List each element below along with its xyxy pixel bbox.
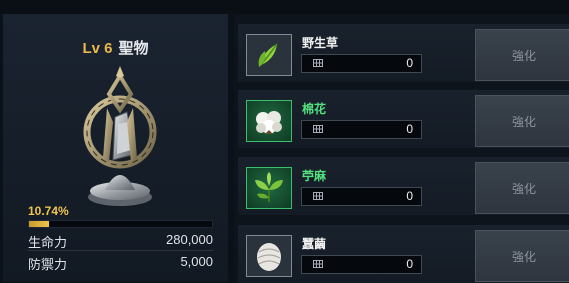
material-count-value: 0 [406, 257, 413, 271]
material-row: 棉花 0 強化 [238, 90, 569, 148]
stat-row: 防禦力 5,000 [28, 254, 213, 272]
item-slot[interactable] [246, 34, 292, 76]
material-name: 野生草 [302, 36, 339, 50]
item-slot[interactable] [246, 235, 292, 277]
material-count: 0 [301, 187, 422, 206]
top-strip [0, 0, 569, 14]
material-count: 0 [301, 255, 422, 274]
inventory-icon [313, 59, 323, 67]
progress-fill [29, 221, 49, 227]
material-count: 0 [301, 120, 422, 139]
upgrade-button[interactable]: 強化 [475, 230, 569, 282]
progress-bar [28, 220, 213, 228]
progress-percent: 10.74% [28, 204, 69, 218]
stat-value: 5,000 [180, 254, 213, 269]
cocoon-icon [257, 243, 281, 271]
material-row: 蠶繭 0 強化 [238, 225, 569, 283]
upgrade-button[interactable]: 強化 [475, 29, 569, 81]
inventory-icon [313, 192, 323, 200]
relic-level: Lv 6 [82, 40, 113, 57]
cotton-icon [256, 111, 282, 134]
wild-grass-icon [258, 43, 278, 67]
material-count: 0 [301, 54, 422, 73]
stat-divider [28, 250, 213, 251]
material-count-value: 0 [406, 56, 413, 70]
stat-label: 防禦力 [28, 257, 68, 272]
material-count-value: 0 [406, 189, 413, 203]
relic-title: Lv 6 聖物 [3, 37, 228, 58]
relic-image [83, 66, 157, 206]
item-slot[interactable] [246, 167, 292, 209]
item-slot[interactable] [246, 100, 292, 142]
material-name: 蠶繭 [302, 237, 327, 251]
relic-name: 聖物 [118, 40, 149, 57]
inventory-icon [313, 125, 323, 133]
material-name: 棉花 [302, 102, 327, 116]
material-name: 苧麻 [302, 169, 327, 183]
material-row: 野生草 0 強化 [238, 24, 569, 82]
stat-row: 生命力 280,000 [28, 232, 213, 250]
inventory-icon [313, 260, 323, 268]
relic-panel: Lv 6 聖物 10.74% 生命力 280,000 防禦力 5,000 [3, 14, 228, 282]
upgrade-button[interactable]: 強化 [475, 162, 569, 214]
material-count-value: 0 [406, 122, 413, 136]
stat-value: 280,000 [166, 232, 213, 247]
material-row: 苧麻 0 強化 [238, 157, 569, 215]
materials-list: 野生草 0 強化 棉花 0 強化 苧麻 0 強化 蠶繭 0 強化 [234, 14, 569, 283]
ramie-icon [255, 172, 283, 202]
stat-label: 生命力 [28, 235, 68, 250]
upgrade-button[interactable]: 強化 [475, 95, 569, 147]
